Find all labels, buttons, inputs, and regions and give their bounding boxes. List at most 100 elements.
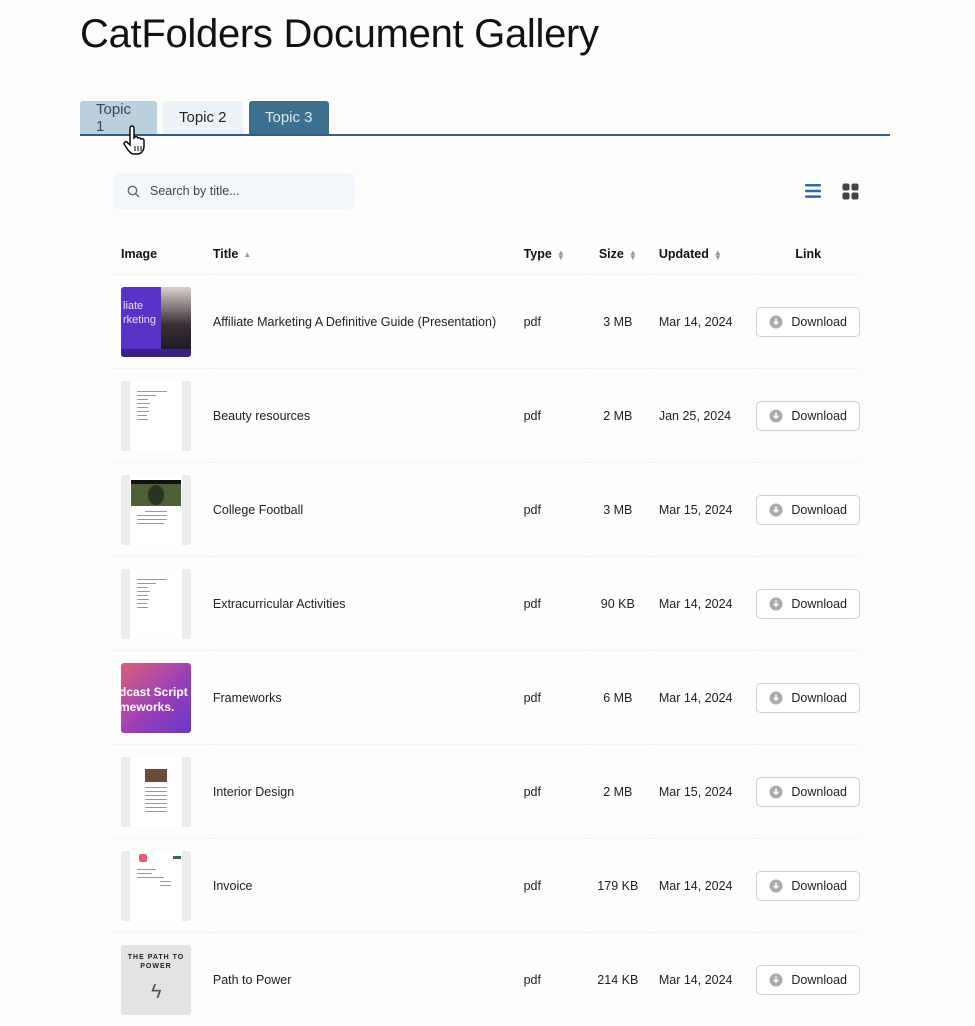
row-size: 214 KB [587, 933, 649, 1026]
sort-asc-icon: ▲ [243, 252, 251, 257]
hand-cursor-icon [123, 125, 149, 157]
download-button[interactable]: Download [756, 871, 860, 901]
row-updated: Jan 25, 2024 [649, 369, 757, 463]
download-label: Download [791, 503, 847, 517]
list-view-icon[interactable] [804, 183, 822, 199]
row-type: pdf [512, 651, 587, 745]
table-row: dcast Script meworks. Frameworkspdf6 MBMa… [113, 651, 860, 745]
download-label: Download [791, 691, 847, 705]
download-label: Download [791, 315, 847, 329]
row-type: pdf [512, 839, 587, 933]
download-button[interactable]: Download [756, 307, 860, 337]
table-row: Invoicepdf179 KBMar 14, 2024 Download [113, 839, 860, 933]
thumb-text: THE PATH TO POWER [121, 953, 191, 971]
thumb-text: liate rketing [123, 299, 156, 327]
thumb-text: dcast Script meworks. [121, 685, 188, 715]
row-type: pdf [512, 933, 587, 1026]
row-size: 90 KB [587, 557, 649, 651]
table-row: College Footballpdf3 MBMar 15, 2024Downl… [113, 463, 860, 557]
download-label: Download [791, 785, 847, 799]
header-updated[interactable]: Updated ▲▼ [649, 234, 757, 275]
row-thumbnail[interactable]: dcast Script meworks. [113, 651, 213, 745]
row-thumbnail[interactable] [113, 463, 213, 557]
row-size: 2 MB [587, 745, 649, 839]
download-icon [769, 409, 783, 423]
row-size: 179 KB [587, 839, 649, 933]
header-type[interactable]: Type ▲▼ [512, 234, 587, 275]
download-label: Download [791, 409, 847, 423]
row-type: pdf [512, 745, 587, 839]
row-thumbnail[interactable] [113, 745, 213, 839]
row-updated: Mar 14, 2024 [649, 933, 757, 1026]
sort-icon: ▲▼ [557, 250, 565, 260]
row-updated: Mar 14, 2024 [649, 839, 757, 933]
search-input[interactable] [148, 183, 342, 199]
download-button[interactable]: Download [756, 965, 860, 995]
download-button[interactable]: Download [756, 683, 860, 713]
search-box[interactable] [113, 173, 355, 209]
download-label: Download [791, 597, 847, 611]
row-type: pdf [512, 463, 587, 557]
download-button[interactable]: Download [756, 495, 860, 525]
row-size: 3 MB [587, 463, 649, 557]
row-title: Path to Power [213, 933, 512, 1026]
download-button[interactable]: Download [756, 589, 860, 619]
download-icon [769, 691, 783, 705]
row-title: Affiliate Marketing A Definitive Guide (… [213, 275, 512, 369]
download-button[interactable]: Download [756, 777, 860, 807]
row-thumbnail[interactable] [113, 839, 213, 933]
row-size: 3 MB [587, 275, 649, 369]
download-icon [769, 315, 783, 329]
header-type-label: Type [524, 247, 552, 261]
header-link: Link [756, 234, 860, 275]
grid-view-icon[interactable] [842, 183, 859, 200]
header-size-label: Size [599, 247, 624, 261]
row-size: 6 MB [587, 651, 649, 745]
header-image: Image [113, 234, 213, 275]
sort-icon: ▲▼ [629, 250, 637, 260]
table-row: THE PATH TO POWERϟPath to Powerpdf214 KB… [113, 933, 860, 1026]
download-label: Download [791, 973, 847, 987]
search-icon [127, 185, 140, 198]
download-label: Download [791, 879, 847, 893]
row-updated: Mar 14, 2024 [649, 275, 757, 369]
download-icon [769, 503, 783, 517]
row-size: 2 MB [587, 369, 649, 463]
row-title: Invoice [213, 839, 512, 933]
table-row: liate rketing Affiliate Marketing A Defin… [113, 275, 860, 369]
table-row: Interior Designpdf2 MBMar 15, 2024 Downlo… [113, 745, 860, 839]
row-updated: Mar 14, 2024 [649, 557, 757, 651]
download-button[interactable]: Download [756, 401, 860, 431]
row-thumbnail[interactable]: THE PATH TO POWERϟ [113, 933, 213, 1026]
download-icon [769, 879, 783, 893]
row-title: College Football [213, 463, 512, 557]
row-type: pdf [512, 557, 587, 651]
page-title: CatFolders Document Gallery [80, 12, 599, 57]
row-type: pdf [512, 369, 587, 463]
download-icon [769, 973, 783, 987]
header-title-label: Title [213, 247, 238, 261]
row-type: pdf [512, 275, 587, 369]
tab-topic-2[interactable]: Topic 2 [163, 101, 243, 134]
topic-tabs: Topic 1 Topic 2 Topic 3 [80, 100, 890, 136]
row-title: Beauty resources [213, 369, 512, 463]
table-header-row: Image Title ▲ Type ▲▼ Size ▲▼ Updated ▲▼ Lin… [113, 234, 860, 275]
table-row: Beauty resourcespdf2 MBJan 25, 2024 Downl… [113, 369, 860, 463]
row-thumbnail[interactable] [113, 369, 213, 463]
tab-topic-3[interactable]: Topic 3 [249, 101, 329, 134]
documents-table: Image Title ▲ Type ▲▼ Size ▲▼ Updated ▲▼ Lin… [113, 234, 860, 1026]
table-row: Extracurricular Activitiespdf90 KBMar 14… [113, 557, 860, 651]
download-icon [769, 597, 783, 611]
row-updated: Mar 15, 2024 [649, 745, 757, 839]
row-title: Interior Design [213, 745, 512, 839]
row-thumbnail[interactable] [113, 557, 213, 651]
header-title[interactable]: Title ▲ [213, 234, 512, 275]
row-updated: Mar 14, 2024 [649, 651, 757, 745]
row-thumbnail[interactable]: liate rketing [113, 275, 213, 369]
row-title: Extracurricular Activities [213, 557, 512, 651]
header-updated-label: Updated [659, 247, 709, 261]
row-title: Frameworks [213, 651, 512, 745]
sort-icon: ▲▼ [714, 250, 722, 260]
download-icon [769, 785, 783, 799]
header-size[interactable]: Size ▲▼ [587, 234, 649, 275]
